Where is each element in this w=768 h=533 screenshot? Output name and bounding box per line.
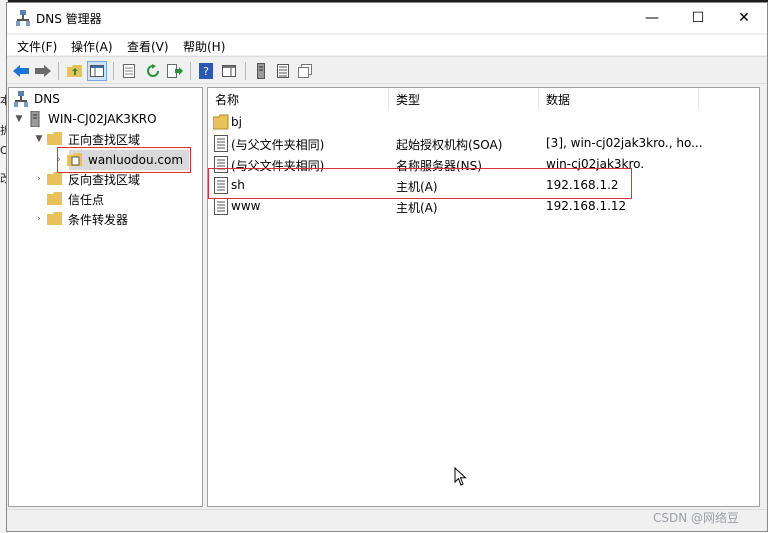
action-pane-icon xyxy=(222,65,236,77)
close-button[interactable]: ✕ xyxy=(721,3,767,33)
record-list-button[interactable] xyxy=(273,61,293,81)
menu-bar: 文件(F) 操作(A) 查看(V) 帮助(H) xyxy=(7,35,767,55)
back-arrow-icon xyxy=(13,65,29,77)
tree-item-server[interactable]: ▼ WIN-CJ02JAK3KRO xyxy=(13,109,157,129)
tree-item-conditional-forwarders[interactable]: › 条件转发器 xyxy=(33,209,128,229)
menu-action[interactable]: 操作(A) xyxy=(71,38,113,55)
tree-label-reverse-zone: 反向查找区域 xyxy=(68,172,141,187)
tree-label-conditional-forwarders: 条件转发器 xyxy=(68,212,129,227)
tree-item-forward-zone[interactable]: ▼ 正向查找区域 xyxy=(33,129,140,149)
refresh-button[interactable] xyxy=(143,61,163,81)
toolbar-separator xyxy=(190,62,191,80)
tree-item-dns[interactable]: DNS xyxy=(13,89,60,109)
up-level-button[interactable] xyxy=(65,61,85,81)
mouse-cursor-icon xyxy=(454,467,467,486)
column-header-data[interactable]: 数据 xyxy=(539,88,699,110)
svg-text:?: ? xyxy=(203,65,209,78)
cell-data: [3], win-cj02jak3kro., ho... xyxy=(546,136,703,150)
help-icon: ? xyxy=(199,63,213,79)
tree-label-dns: DNS xyxy=(34,92,60,106)
menu-view[interactable]: 查看(V) xyxy=(127,38,169,55)
console-tree-icon xyxy=(90,65,104,77)
help-button[interactable]: ? xyxy=(196,61,216,81)
minimize-icon: — xyxy=(645,10,659,26)
window-title: DNS 管理器 xyxy=(36,12,102,26)
toolbar: ? xyxy=(7,56,767,84)
show-tree-button[interactable] xyxy=(87,61,107,81)
cell-name: www xyxy=(231,199,261,213)
copy-button[interactable] xyxy=(295,61,315,81)
column-header-name[interactable]: 名称 xyxy=(208,88,389,110)
toolbar-separator xyxy=(113,62,114,80)
list-header: 名称 类型 数据 xyxy=(208,88,759,110)
forward-button[interactable] xyxy=(33,61,53,81)
tree-label-forward-zone: 正向查找区域 xyxy=(68,132,141,147)
export-list-button[interactable] xyxy=(165,61,185,81)
expand-arrow-icon[interactable]: › xyxy=(33,214,45,224)
server-icon xyxy=(30,111,40,127)
cell-name: bj xyxy=(231,115,242,129)
dns-app-icon xyxy=(16,10,30,26)
tree-label-server: WIN-CJ02JAK3KRO xyxy=(48,112,157,126)
server-icon xyxy=(257,63,265,79)
refresh-icon xyxy=(147,64,159,77)
list-icon xyxy=(277,64,289,78)
maximize-icon: ☐ xyxy=(691,10,705,26)
back-button[interactable] xyxy=(11,61,31,81)
toolbar-separator xyxy=(245,62,246,80)
record-icon xyxy=(214,198,228,215)
selected-zone-highlight-box xyxy=(57,147,191,173)
column-header-type[interactable]: 类型 xyxy=(389,88,539,110)
copy-icon xyxy=(298,64,312,78)
title-bar[interactable]: DNS 管理器 — ☐ ✕ xyxy=(7,3,767,33)
menu-file[interactable]: 文件(F) xyxy=(17,38,57,55)
maximize-button[interactable]: ☐ xyxy=(675,3,721,33)
minimize-button[interactable]: — xyxy=(629,3,675,33)
sh-record-highlight-box xyxy=(208,168,632,199)
collapse-arrow-icon[interactable]: ▼ xyxy=(33,134,45,144)
folder-icon xyxy=(47,172,62,185)
record-icon xyxy=(214,135,228,152)
tree-label-trust-points: 信任点 xyxy=(68,192,105,207)
server-button[interactable] xyxy=(251,61,271,81)
cell-type: 主机(A) xyxy=(396,201,438,215)
folder-icon xyxy=(47,132,62,145)
cell-name: (与父文件夹相同) xyxy=(231,138,325,152)
properties-button[interactable] xyxy=(119,61,139,81)
document-icon xyxy=(123,64,135,78)
list-row-www[interactable]: www 主机(A) 192.168.1.12 xyxy=(208,196,759,217)
tree-item-trust-points[interactable]: 信任点 xyxy=(45,189,104,209)
cell-type: 起始授权机构(SOA) xyxy=(396,138,503,152)
toolbar-separator xyxy=(58,62,59,80)
action-pane-button[interactable] xyxy=(219,61,239,81)
folder-icon xyxy=(47,212,62,225)
close-icon: ✕ xyxy=(738,10,750,26)
export-icon xyxy=(167,64,183,78)
list-row-soa[interactable]: (与父文件夹相同) 起始授权机构(SOA) [3], win-cj02jak3k… xyxy=(208,133,759,154)
watermark: CSDN @网络豆 xyxy=(653,511,740,525)
dns-icon xyxy=(14,91,28,107)
console-tree: DNS ▼ WIN-CJ02JAK3KRO ▼ 正向查找区域 › wanluod… xyxy=(8,87,203,507)
cell-data: 192.168.1.12 xyxy=(546,199,627,213)
record-list: 名称 类型 数据 bj (与父文件夹相同) 起始授权机构(SOA) [3], w… xyxy=(207,87,760,507)
folder-icon xyxy=(213,114,229,130)
list-row-bj[interactable]: bj xyxy=(208,112,759,133)
folder-icon xyxy=(47,192,62,205)
expand-arrow-icon[interactable]: › xyxy=(33,174,45,184)
dns-manager-window: DNS 管理器 — ☐ ✕ 文件(F) 操作(A) 查看(V) 帮助(H) ? … xyxy=(6,2,768,532)
forward-arrow-icon xyxy=(35,65,51,77)
menu-help[interactable]: 帮助(H) xyxy=(183,38,225,55)
folder-up-icon xyxy=(67,65,82,77)
collapse-arrow-icon[interactable]: ▼ xyxy=(13,114,25,124)
